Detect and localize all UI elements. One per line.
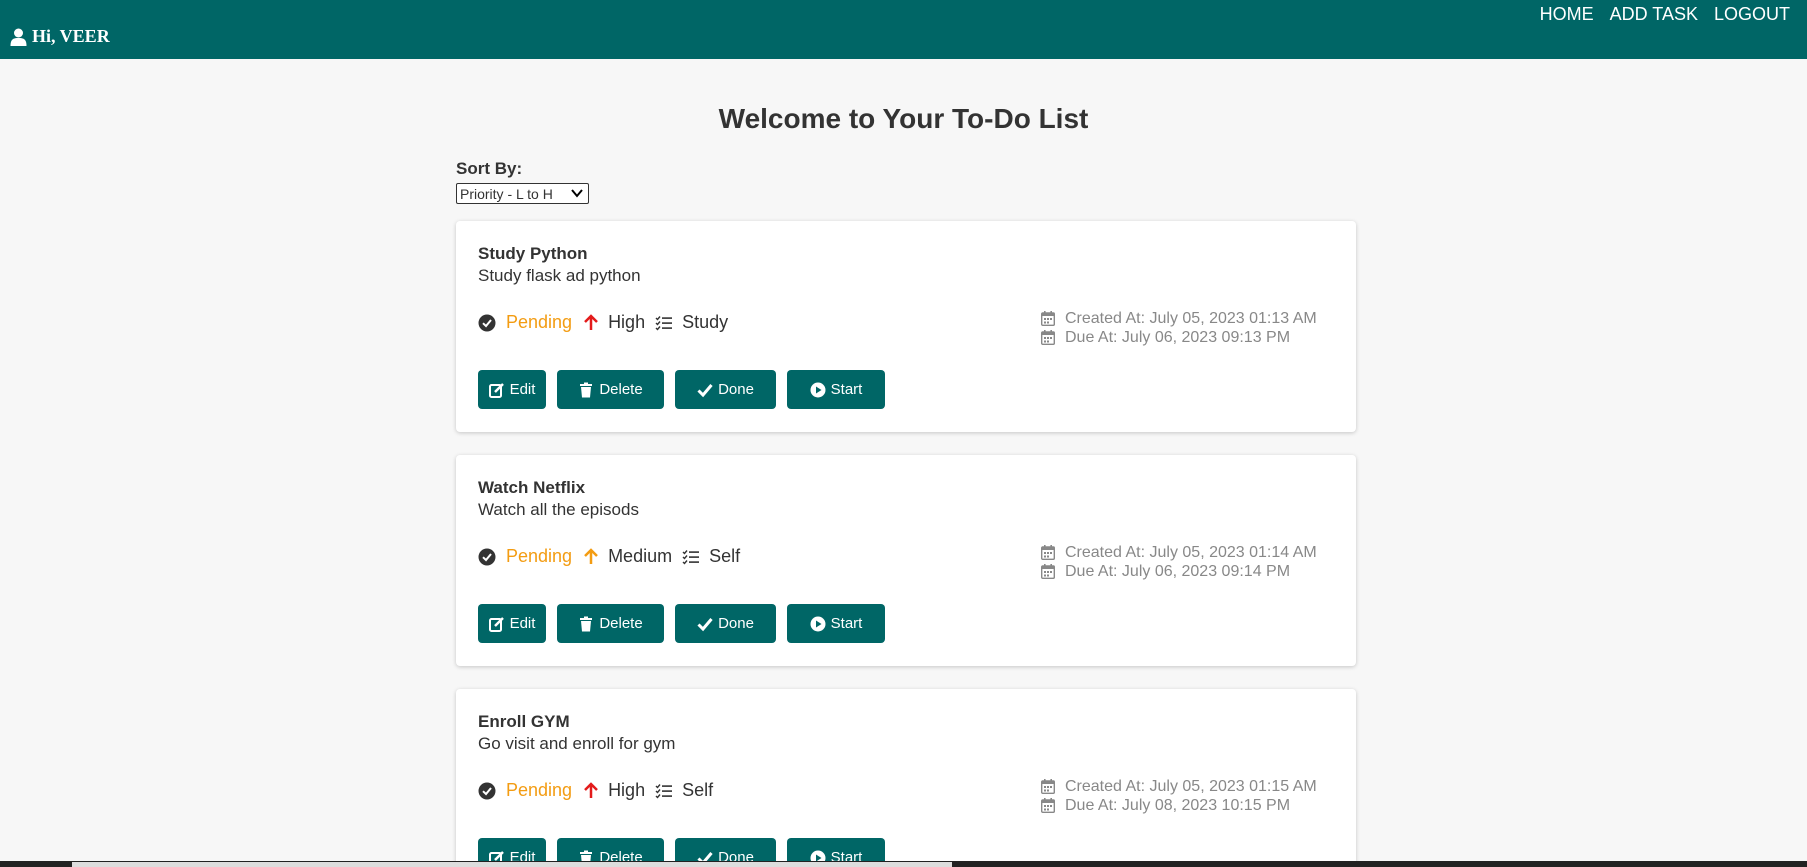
task-actions: Edit Delete Done Start — [478, 604, 896, 643]
done-button[interactable]: Done — [675, 370, 776, 409]
trash-icon — [580, 382, 593, 397]
task-dates: Created At: July 05, 2023 01:15 AM Due At… — [1041, 777, 1317, 815]
status-check-icon — [478, 548, 496, 565]
task-priority: High — [608, 780, 646, 800]
task-dates: Created At: July 05, 2023 01:13 AM Due At… — [1041, 309, 1317, 347]
edit-icon — [488, 616, 504, 632]
status-check-icon — [478, 314, 496, 331]
task-category: Self — [682, 780, 714, 800]
edit-button[interactable]: Edit — [478, 370, 546, 409]
bottom-scroll-strip — [0, 861, 1807, 867]
task-category: Study — [682, 312, 729, 332]
task-status: Pending — [506, 546, 573, 566]
sort-select[interactable]: Priority - L to H — [456, 183, 589, 204]
task-actions: Edit Delete Done Start — [478, 370, 896, 409]
due-at: Due At: July 06, 2023 09:14 PM — [1065, 563, 1291, 580]
priority-arrow-icon — [584, 547, 598, 564]
delete-label: Delete — [599, 615, 643, 632]
chevron-down-icon — [571, 189, 583, 198]
calendar-icon — [1041, 798, 1055, 813]
created-at: Created At: July 05, 2023 01:13 AM — [1065, 310, 1317, 327]
task-description: Study flask ad python — [478, 266, 641, 285]
start-label: Start — [830, 615, 863, 632]
calendar-icon — [1041, 564, 1055, 579]
created-at: Created At: July 05, 2023 01:15 AM — [1065, 778, 1317, 795]
edit-icon — [488, 382, 504, 398]
checkmark-icon — [697, 383, 713, 397]
priority-arrow-icon — [584, 313, 598, 330]
task-description: Go visit and enroll for gym — [478, 734, 676, 753]
delete-label: Delete — [599, 381, 643, 398]
calendar-icon — [1041, 311, 1055, 326]
task-card: Enroll GYM Go visit and enroll for gym Pen… — [456, 689, 1356, 867]
created-at: Created At: July 05, 2023 01:14 AM — [1065, 544, 1317, 561]
play-circle-icon — [810, 616, 826, 631]
task-category: Self — [709, 546, 741, 566]
category-list-icon — [655, 315, 673, 331]
start-label: Start — [830, 381, 863, 398]
nav-logout-link[interactable]: LOGOUT — [1714, 4, 1790, 25]
calendar-icon — [1041, 330, 1055, 345]
nav-home-link[interactable]: HOME — [1540, 4, 1594, 25]
nav-add-task-link[interactable]: ADD TASK — [1610, 4, 1698, 25]
task-priority: High — [608, 312, 646, 332]
calendar-icon — [1041, 545, 1055, 560]
task-status: Pending — [506, 780, 573, 800]
user-icon — [10, 28, 27, 46]
start-button[interactable]: Start — [787, 370, 885, 409]
status-check-icon — [478, 782, 496, 799]
done-label: Done — [718, 381, 754, 398]
edit-label: Edit — [509, 381, 536, 398]
main-nav: HOME ADD TASK LOGOUT — [1540, 4, 1790, 25]
edit-label: Edit — [509, 615, 536, 632]
task-priority: Medium — [608, 546, 673, 566]
done-button[interactable]: Done — [675, 604, 776, 643]
category-list-icon — [655, 783, 673, 799]
priority-arrow-icon — [584, 781, 598, 798]
edit-button[interactable]: Edit — [478, 604, 546, 643]
task-meta: Pending High Self — [478, 780, 713, 801]
page-title: Welcome to Your To-Do List — [718, 103, 1089, 134]
sort-label: Sort By: — [456, 159, 523, 178]
due-at: Due At: July 08, 2023 10:15 PM — [1065, 797, 1291, 814]
delete-button[interactable]: Delete — [557, 604, 664, 643]
top-navbar: Hi, VEER HOME ADD TASK LOGOUT — [0, 0, 1807, 59]
task-title: Study Python — [478, 244, 588, 263]
sort-select-value: Priority - L to H — [460, 185, 553, 202]
greeting-text: Hi, VEER — [32, 26, 110, 46]
due-at: Due At: July 06, 2023 09:13 PM — [1065, 329, 1291, 346]
calendar-icon — [1041, 779, 1055, 794]
trash-icon — [580, 616, 593, 631]
play-circle-icon — [810, 382, 826, 397]
done-label: Done — [718, 615, 754, 632]
task-card: Study Python Study flask ad python Pending… — [456, 221, 1356, 432]
task-card: Watch Netflix Watch all the episods Pendin… — [456, 455, 1356, 666]
task-status: Pending — [506, 312, 573, 332]
task-meta: Pending High Study — [478, 312, 728, 333]
checkmark-icon — [697, 617, 713, 631]
task-meta: Pending Medium Self — [478, 546, 740, 567]
delete-button[interactable]: Delete — [557, 370, 664, 409]
task-title: Watch Netflix — [478, 478, 586, 497]
category-list-icon — [682, 549, 700, 565]
task-dates: Created At: July 05, 2023 01:14 AM Due At… — [1041, 543, 1317, 581]
start-button[interactable]: Start — [787, 604, 885, 643]
task-title: Enroll GYM — [478, 712, 570, 731]
task-description: Watch all the episods — [478, 500, 639, 519]
user-greeting: Hi, VEER — [10, 26, 110, 47]
